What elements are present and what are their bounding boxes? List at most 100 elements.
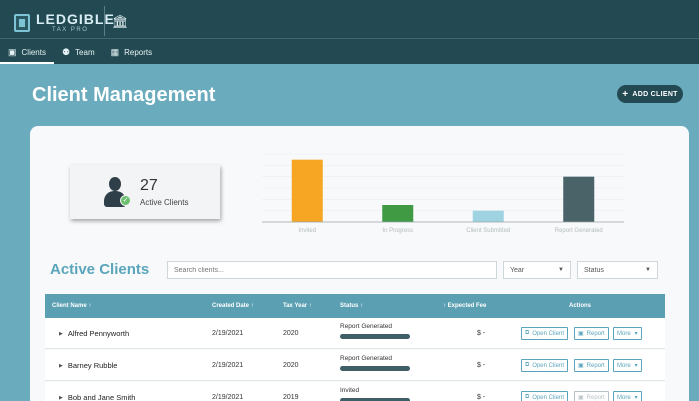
add-client-button[interactable]: + ADD CLIENT xyxy=(617,85,683,103)
status-text: Report Generated xyxy=(340,323,393,330)
add-client-label: ADD CLIENT xyxy=(632,90,678,98)
search-input[interactable] xyxy=(167,261,497,279)
expected-fee: $ - xyxy=(477,330,486,337)
status-select[interactable]: Status ▼ xyxy=(577,261,658,279)
expand-icon[interactable]: ▶ xyxy=(59,363,63,369)
chevron-down-icon: ▾ xyxy=(634,363,638,369)
chart-icon: ▦ xyxy=(110,46,120,57)
year-select-label: Year xyxy=(510,266,525,274)
chart-category-label: In Progress xyxy=(382,228,413,234)
more-button[interactable]: More ▾ xyxy=(613,359,642,372)
chart-category-label: Client Submitted xyxy=(466,228,510,234)
chart-bar[interactable] xyxy=(291,159,323,222)
client-name: Barney Rubble xyxy=(67,361,118,370)
tax-year: 2020 xyxy=(283,362,299,369)
column-header-client-name[interactable]: Client Name ↑ xyxy=(52,294,91,318)
open-client-label: Open Client xyxy=(532,394,564,401)
nav-tab-clients[interactable]: ▣ Clients xyxy=(0,40,54,64)
client-name: Alfred Pennyworth xyxy=(67,329,130,338)
logo-icon xyxy=(14,13,30,32)
chevron-down-icon: ▾ xyxy=(634,395,638,401)
section-title: Active Clients xyxy=(50,261,150,278)
image-icon: ▣ xyxy=(578,331,584,337)
client-name-cell[interactable]: ▶ Bob and Jane Smith xyxy=(59,382,135,401)
active-clients-label: Active Clients xyxy=(140,198,189,207)
expected-fee: $ - xyxy=(477,394,486,401)
open-client-label: Open Client xyxy=(532,362,564,369)
expand-icon[interactable]: ▶ xyxy=(59,331,63,337)
nav-tab-team[interactable]: ⚉ Team xyxy=(54,40,103,64)
expand-icon[interactable]: ▶ xyxy=(59,395,63,401)
column-header-tax-year[interactable]: Tax Year ↑ xyxy=(283,294,312,318)
report-button[interactable]: ▣ Report xyxy=(574,327,609,340)
people-icon: ⚉ xyxy=(61,46,71,57)
chevron-down-icon: ▾ xyxy=(634,331,638,337)
brand-logo[interactable]: LEDGIBLE TAX PRO xyxy=(14,12,115,33)
plus-icon: + xyxy=(622,88,629,100)
column-header-created-date[interactable]: Created Date ↑ xyxy=(212,294,254,318)
status-progress-bar xyxy=(340,334,410,339)
nav-tab-label: Team xyxy=(75,47,95,57)
external-link-icon: ⧉ xyxy=(525,362,530,368)
open-client-button[interactable]: ⧉ Open Client xyxy=(521,359,568,372)
nav-tab-label: Reports xyxy=(124,47,153,57)
column-header-actions: Actions xyxy=(569,303,592,309)
brand-subtitle: TAX PRO xyxy=(52,27,89,33)
image-icon: ▣ xyxy=(578,363,584,369)
nav-tab-label: Clients xyxy=(21,47,46,57)
id-card-icon: ▣ xyxy=(8,46,17,57)
more-label: More xyxy=(617,394,631,401)
more-label: More xyxy=(617,362,631,369)
brand-divider xyxy=(104,6,105,36)
table-header: Client Name ↑ Created Date ↑ Tax Year ↑ … xyxy=(45,294,665,318)
nav-tab-reports[interactable]: ▦ Reports xyxy=(103,40,161,64)
client-name-cell[interactable]: ▶ Barney Rubble xyxy=(59,350,117,381)
more-button[interactable]: More ▾ xyxy=(613,391,642,401)
created-date: 2/19/2021 xyxy=(212,362,244,369)
status-text: Report Generated xyxy=(340,355,393,362)
status-text: Invited xyxy=(340,387,360,394)
main-nav: ▣ Clients ⚉ Team ▦ Reports xyxy=(0,40,160,64)
status-bar-chart: Invited In Progress Client Submitted Report… xyxy=(262,153,624,234)
client-name: Bob and Jane Smith xyxy=(67,393,136,401)
report-label: Report xyxy=(586,330,605,337)
topbar-divider xyxy=(0,38,699,39)
report-button[interactable]: ▣ Report xyxy=(574,359,609,372)
open-client-button[interactable]: ⧉ Open Client xyxy=(521,327,568,340)
status-cell: Report Generated xyxy=(340,323,410,339)
table-row[interactable]: ▶ Bob and Jane Smith 2/19/2021 2019 Invit… xyxy=(45,382,665,401)
status-cell: Report Generated xyxy=(340,355,410,371)
more-button[interactable]: More ▾ xyxy=(613,327,642,340)
report-label: Report xyxy=(586,394,605,401)
page-title: Client Management xyxy=(32,84,216,106)
brand-name: LEDGIBLE xyxy=(36,11,115,27)
report-button[interactable]: ▣ Report xyxy=(574,391,609,401)
tax-year: 2020 xyxy=(283,330,299,337)
top-bar: LEDGIBLE TAX PRO 🏛 ▣ Clients ⚉ Team ▦ Re… xyxy=(0,0,699,64)
chart-bar[interactable] xyxy=(563,176,595,222)
status-select-label: Status xyxy=(584,266,604,274)
chart-category-label: Report Generated xyxy=(555,228,603,234)
open-client-button[interactable]: ⧉ Open Client xyxy=(521,391,568,401)
external-link-icon: ⧉ xyxy=(525,394,530,400)
image-icon: ▣ xyxy=(578,395,584,401)
year-select[interactable]: Year ▼ xyxy=(503,261,571,279)
status-cell: Invited xyxy=(340,387,410,401)
open-client-label: Open Client xyxy=(532,330,564,337)
status-progress-bar xyxy=(340,366,410,371)
column-header-status[interactable]: Status ↑ xyxy=(340,294,363,318)
chevron-down-icon: ▼ xyxy=(558,267,564,273)
report-label: Report xyxy=(586,362,605,369)
table-row[interactable]: ▶ Barney Rubble 2/19/2021 2020 Report Gen… xyxy=(45,350,665,381)
client-name-cell[interactable]: ▶ Alfred Pennyworth xyxy=(59,318,129,349)
expected-fee: $ - xyxy=(477,362,486,369)
chart-category-label: Invited xyxy=(298,228,316,234)
client-check-icon: ✓ xyxy=(104,177,131,207)
bank-icon[interactable]: 🏛 xyxy=(112,14,129,30)
column-header-expected-fee[interactable]: ↑ Expected Fee xyxy=(443,294,486,318)
chart-bar[interactable] xyxy=(382,205,414,222)
table-row[interactable]: ▶ Alfred Pennyworth 2/19/2021 2020 Report… xyxy=(45,318,665,349)
more-label: More xyxy=(617,330,631,337)
chart-bar[interactable] xyxy=(472,210,504,222)
created-date: 2/19/2021 xyxy=(212,330,244,337)
